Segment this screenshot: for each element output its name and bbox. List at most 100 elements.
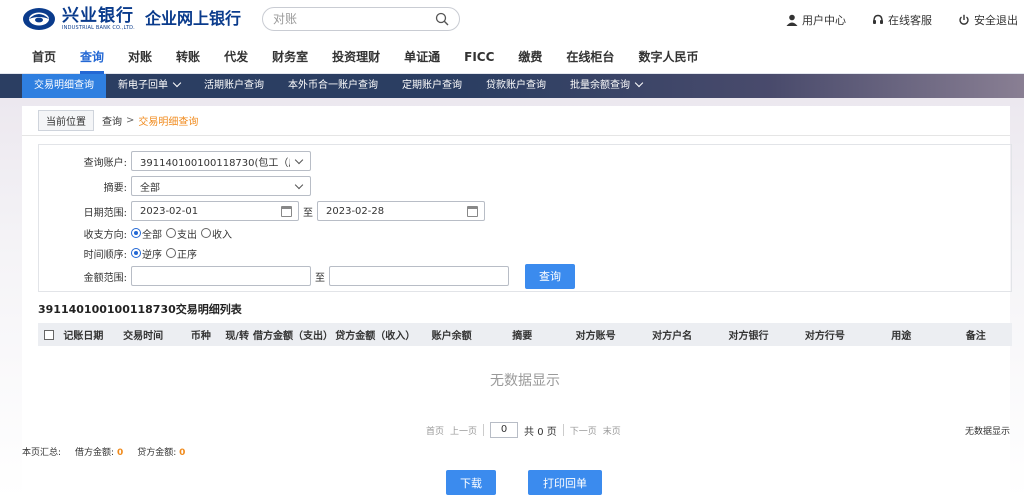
power-icon <box>959 14 969 25</box>
date-to-value: 2023-02-28 <box>326 205 385 217</box>
breadcrumb-active: 交易明细查询 <box>138 117 199 128</box>
search-box <box>262 7 460 31</box>
col-booking-date: 记账日期 <box>63 331 104 342</box>
col-purpose: 用途 <box>891 331 912 342</box>
nav-investment[interactable]: 投资理财 <box>320 40 392 74</box>
direction-expense-radio[interactable]: 支出 <box>166 226 197 241</box>
summary-debit-value: 0 <box>116 448 124 458</box>
nav-document[interactable]: 单证通 <box>392 40 452 74</box>
pager-total-pages: 0 <box>537 426 544 438</box>
print-receipt-button[interactable]: 打印回单 <box>528 470 602 495</box>
content-area: 当前位置 查询 > 交易明细查询 查询账户: 39114010010011873… <box>0 98 1024 499</box>
amount-to-input[interactable] <box>329 266 509 286</box>
headset-icon <box>873 14 883 24</box>
radio-label: 支出 <box>177 229 197 241</box>
page-number-input[interactable]: 0 <box>490 422 519 438</box>
calendar-icon[interactable] <box>281 206 292 217</box>
col-remark: 备注 <box>965 331 986 342</box>
nav-home[interactable]: 首页 <box>20 40 68 74</box>
subnav-time-deposit[interactable]: 定期账户查询 <box>390 74 474 98</box>
amount-from-input[interactable] <box>131 266 311 286</box>
subnav-transaction-detail[interactable]: 交易明细查询 <box>22 74 106 98</box>
col-debit-amount: 借方金额（支出） <box>252 331 333 342</box>
direction-income-radio[interactable]: 收入 <box>201 226 232 241</box>
order-asc-radio[interactable]: 正序 <box>166 246 197 261</box>
summary-credit-value: 0 <box>179 448 186 458</box>
pager-last[interactable]: 末页 <box>603 424 621 437</box>
nav-transfer[interactable]: 转账 <box>164 40 212 74</box>
summary-label: 摘要: <box>103 182 127 194</box>
nav-payment[interactable]: 缴费 <box>506 40 554 74</box>
bank-logo[interactable]: 兴业银行 INDUSTRIAL BANK CO.,LTD. 企业网上银行 <box>22 6 241 32</box>
radio-icon <box>131 248 141 258</box>
subnav-current-account[interactable]: 活期账户查询 <box>192 74 276 98</box>
subnav-label: 定期账户查询 <box>402 80 462 91</box>
order-desc-radio[interactable]: 逆序 <box>131 246 162 261</box>
search-input[interactable] <box>273 12 435 26</box>
subnav-loan-account[interactable]: 贷款账户查询 <box>474 74 558 98</box>
nav-digital-rmb[interactable]: 数字人民币 <box>626 40 710 74</box>
order-row: 时间顺序: 逆序 正序 <box>39 242 199 264</box>
date-from-input[interactable]: 2023-02-01 <box>131 201 299 221</box>
col-counterparty-bank-code: 对方行号 <box>804 331 845 342</box>
logo-text: 兴业银行 INDUSTRIAL BANK CO.,LTD. <box>62 7 135 31</box>
user-center-label: 用户中心 <box>802 14 846 27</box>
action-buttons: 下载 打印回单 <box>446 470 602 495</box>
order-label: 时间顺序: <box>83 249 127 261</box>
radio-label: 正序 <box>177 249 197 261</box>
download-button[interactable]: 下载 <box>446 470 496 495</box>
account-label: 查询账户: <box>83 157 127 169</box>
query-button[interactable]: 查询 <box>525 263 575 289</box>
chevron-down-icon <box>294 155 304 165</box>
nav-ficc[interactable]: FICC <box>452 40 506 74</box>
subnav-label: 贷款账户查询 <box>486 80 546 91</box>
amount-row: 金额范围: 至 查询 <box>39 263 575 289</box>
nav-payroll[interactable]: 代发 <box>212 40 260 74</box>
summary-credit-label: 贷方金额: <box>137 448 177 458</box>
summary-select[interactable]: 全部 <box>131 176 311 196</box>
pager-total: 共 0 页 <box>524 423 557 438</box>
online-service-link[interactable]: 在线客服 <box>872 12 932 28</box>
breadcrumb: 当前位置 查询 > 交易明细查询 <box>22 106 1010 136</box>
subnav-label: 交易明细查询 <box>34 80 94 91</box>
nav-online-counter[interactable]: 在线柜台 <box>554 40 626 74</box>
subnav-e-receipt[interactable]: 新电子回单 <box>106 74 192 98</box>
radio-icon <box>166 248 176 258</box>
nav-query[interactable]: 查询 <box>68 40 116 74</box>
col-counterparty-name: 对方户名 <box>652 331 693 342</box>
pager-first[interactable]: 首页 <box>426 424 444 437</box>
logo-name-cn: 兴业银行 <box>62 6 134 26</box>
nav-finance-office[interactable]: 财务室 <box>260 40 320 74</box>
online-service-label: 在线客服 <box>888 14 932 27</box>
content-panel: 当前位置 查询 > 交易明细查询 查询账户: 39114010010011873… <box>22 106 1012 499</box>
top-header: 兴业银行 INDUSTRIAL BANK CO.,LTD. 企业网上银行 用户中… <box>0 0 1024 40</box>
breadcrumb-parent-link[interactable]: 查询 <box>102 113 122 128</box>
pager-total-suffix: 页 <box>546 426 557 438</box>
list-title: 391140100100118730交易明细列表 <box>38 303 242 316</box>
subnav-label: 本外币合一账户查询 <box>288 80 378 91</box>
pagination: 首页 上一页 0 共 0 页 下一页 末页 <box>426 422 621 438</box>
chevron-down-icon <box>172 78 182 88</box>
pager-next[interactable]: 下一页 <box>570 424 597 437</box>
direction-all-radio[interactable]: 全部 <box>131 226 162 241</box>
radio-icon <box>131 228 141 238</box>
date-to-input[interactable]: 2023-02-28 <box>317 201 485 221</box>
account-row: 查询账户: 391140100100118730(包工（广州 <box>39 150 311 172</box>
pager-prev[interactable]: 上一页 <box>450 424 477 437</box>
search-icon[interactable] <box>435 12 449 26</box>
col-transaction-time: 交易时间 <box>123 331 164 342</box>
logout-link[interactable]: 安全退出 <box>958 12 1018 28</box>
select-all-checkbox[interactable] <box>44 329 54 340</box>
table-header: 记账日期 交易时间 币种 现/转 借方金额（支出） 贷方金额（收入） 账户余额 … <box>38 323 1012 346</box>
subnav-batch-balance[interactable]: 批量余额查询 <box>558 74 654 98</box>
pager-status: 无数据显示 <box>964 427 1010 437</box>
col-credit-amount: 贷方金额（收入） <box>335 331 416 342</box>
nav-reconcile[interactable]: 对账 <box>116 40 164 74</box>
subnav-label: 批量余额查询 <box>570 80 630 91</box>
user-center-link[interactable]: 用户中心 <box>786 12 846 28</box>
subnav-multi-currency[interactable]: 本外币合一账户查询 <box>276 74 390 98</box>
calendar-icon[interactable] <box>467 206 478 217</box>
col-currency: 币种 <box>190 331 211 342</box>
sub-nav: 交易明细查询 新电子回单 活期账户查询 本外币合一账户查询 定期账户查询 贷款账… <box>0 74 1024 98</box>
account-select[interactable]: 391140100100118730(包工（广州 <box>131 151 311 171</box>
